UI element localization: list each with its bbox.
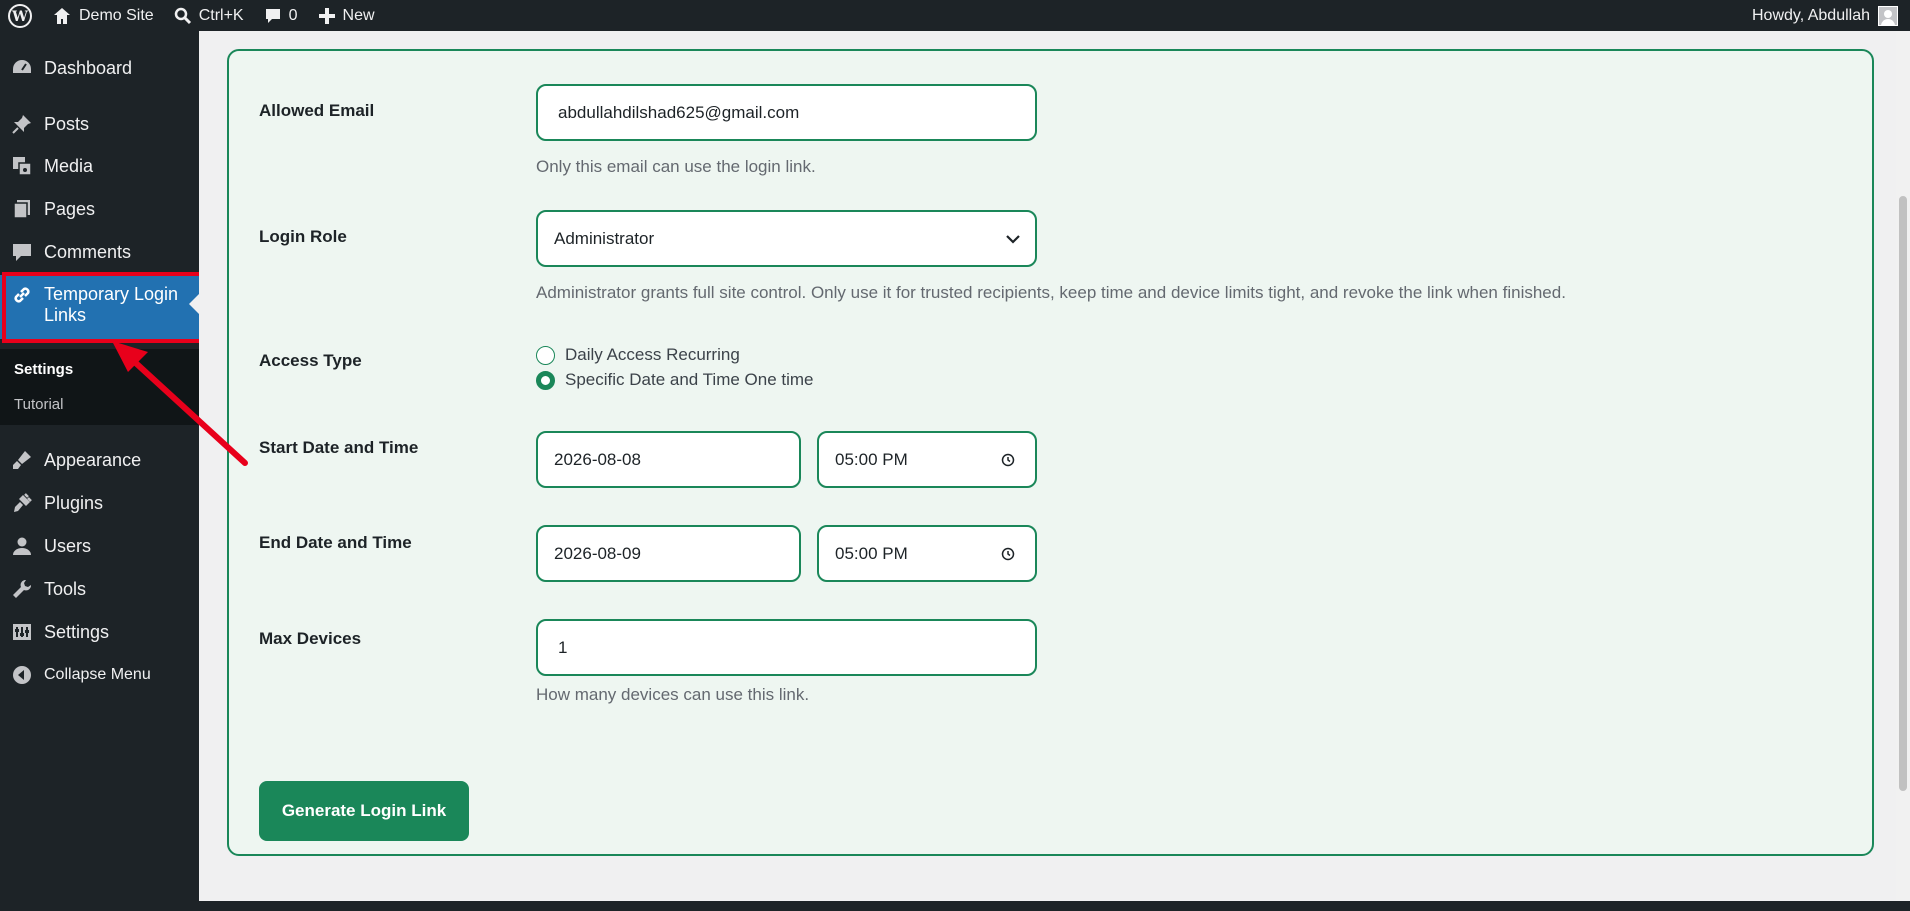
submenu-item-tutorial[interactable]: Tutorial (14, 396, 63, 413)
allowed-email-label: Allowed Email (259, 101, 375, 120)
howdy-text: Howdy, Abdullah (1752, 6, 1870, 24)
home-icon (54, 7, 70, 24)
radio-button-checked[interactable] (536, 370, 555, 390)
my-account-link[interactable]: Howdy, Abdullah (1752, 0, 1910, 31)
login-role-select[interactable]: Administrator (536, 210, 1037, 267)
main-content: Allowed Email abdullahdilshad625@gmail.c… (199, 31, 1910, 901)
search-shortcut-label: Ctrl+K (198, 6, 244, 24)
search-icon (174, 7, 191, 24)
comment-icon (0, 241, 44, 263)
sidebar-item-comments[interactable]: Comments (0, 235, 199, 269)
end-date-time-label: End Date and Time (259, 533, 412, 552)
start-date-input[interactable]: 2026-08-08 (536, 431, 801, 488)
sidebar-item-posts[interactable]: Posts (0, 107, 199, 141)
clock-icon (1001, 547, 1015, 560)
generate-login-link-button[interactable]: Generate Login Link (259, 781, 469, 841)
comments-link[interactable]: 0 (254, 0, 308, 31)
sidebar-item-appearance[interactable]: Appearance (0, 443, 199, 477)
radio-specific-date[interactable]: Specific Date and Time One time (536, 370, 814, 390)
submenu: Settings Tutorial (0, 349, 199, 425)
sidebar-item-pages[interactable]: Pages (0, 192, 199, 226)
chevron-down-icon (1006, 234, 1020, 244)
admin-sidebar: Dashboard Posts Media Pages Comments Tem… (0, 31, 199, 911)
media-icon (0, 155, 44, 177)
bottom-strip (0, 901, 1910, 911)
admin-bar: W Demo Site Ctrl+K 0 New Howdy, Abdullah (0, 0, 1910, 31)
dashboard-icon (0, 57, 44, 79)
pin-icon (0, 113, 44, 135)
sidebar-item-plugins[interactable]: Plugins (0, 486, 199, 520)
wordpress-logo-button[interactable]: W (0, 0, 42, 31)
plugin-icon (0, 492, 44, 514)
avatar (1878, 5, 1898, 26)
plus-icon (318, 7, 335, 24)
radio-daily-access[interactable]: Daily Access Recurring (536, 345, 740, 365)
page-scrollbar[interactable] (1896, 31, 1910, 901)
search-shortcut-button[interactable]: Ctrl+K (164, 0, 254, 31)
user-icon (0, 535, 44, 557)
site-name: Demo Site (79, 6, 154, 24)
sidebar-item-media[interactable]: Media (0, 149, 199, 183)
start-time-input[interactable]: 05:00 PM (817, 431, 1037, 488)
submenu-item-settings[interactable]: Settings (14, 361, 73, 378)
allowed-email-input[interactable]: abdullahdilshad625@gmail.com (536, 84, 1037, 141)
brush-icon (0, 449, 44, 471)
login-role-help: Administrator grants full site control. … (536, 283, 1566, 302)
site-name-link[interactable]: Demo Site (42, 0, 164, 31)
login-role-label: Login Role (259, 227, 347, 246)
collapse-menu-button[interactable]: Collapse Menu (0, 658, 199, 692)
sidebar-item-settings[interactable]: Settings (0, 615, 199, 649)
access-type-label: Access Type (259, 351, 362, 370)
collapse-icon (0, 664, 44, 686)
clock-icon (1001, 453, 1015, 466)
max-devices-help: How many devices can use this link. (536, 685, 810, 704)
scrollbar-thumb[interactable] (1899, 196, 1907, 791)
login-link-form-panel: Allowed Email abdullahdilshad625@gmail.c… (227, 49, 1874, 856)
pages-icon (0, 198, 44, 220)
allowed-email-help: Only this email can use the login link. (536, 157, 816, 176)
wrench-icon (0, 578, 44, 600)
max-devices-label: Max Devices (259, 629, 362, 648)
radio-button[interactable] (536, 345, 555, 365)
end-date-input[interactable]: 2026-08-09 (536, 525, 801, 582)
sidebar-item-tools[interactable]: Tools (0, 572, 199, 606)
sidebar-item-dashboard[interactable]: Dashboard (0, 51, 199, 85)
wordpress-logo-icon: W (8, 3, 32, 28)
max-devices-input[interactable]: 1 (536, 619, 1037, 676)
settings-icon (0, 621, 44, 643)
sidebar-item-users[interactable]: Users (0, 529, 199, 563)
comment-bubble-icon (265, 8, 280, 23)
start-date-time-label: Start Date and Time (259, 438, 419, 457)
new-label: New (342, 6, 375, 24)
new-content-button[interactable]: New (308, 0, 385, 31)
comments-count: 0 (288, 6, 298, 24)
highlight-annotation-box (2, 272, 204, 343)
svg-text:W: W (11, 9, 28, 25)
end-time-input[interactable]: 05:00 PM (817, 525, 1037, 582)
